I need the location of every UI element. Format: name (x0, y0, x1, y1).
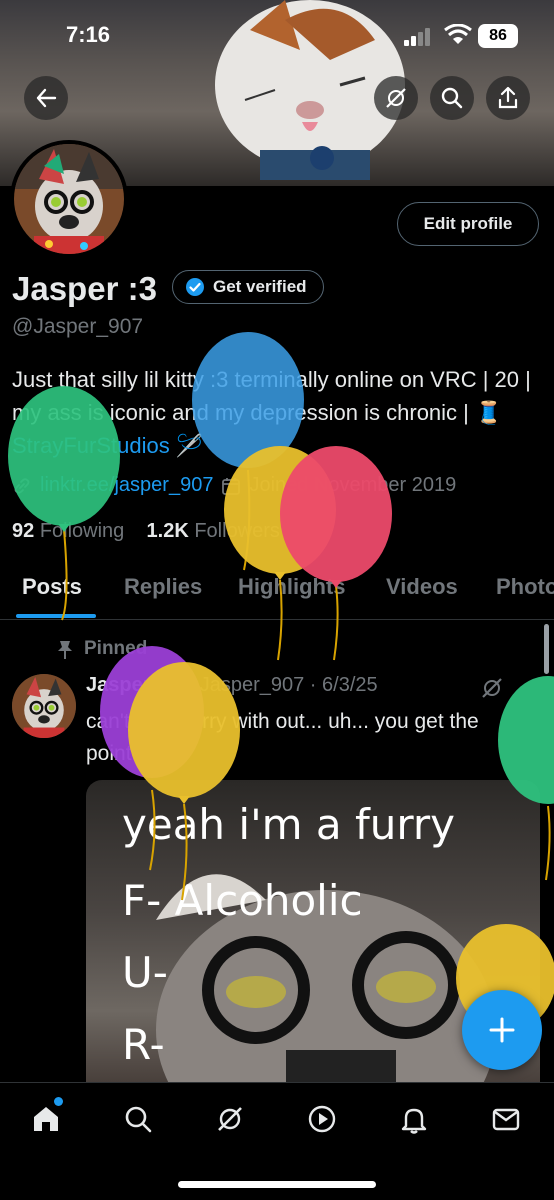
get-verified-button[interactable]: Get verified (172, 270, 324, 304)
share-button[interactable] (486, 76, 530, 120)
nav-notifications[interactable] (396, 1101, 432, 1137)
calendar-icon (222, 477, 241, 495)
status-time: 7:16 (66, 22, 111, 47)
followers-count: 1.2K (146, 520, 189, 542)
followers-link[interactable]: 1.2K Followers (147, 520, 280, 542)
bio-text: Just that silly lil kitty :3 terminally … (12, 367, 531, 425)
unread-dot (54, 1097, 63, 1106)
edit-profile-button[interactable]: Edit profile (397, 202, 539, 246)
plus-icon (489, 1017, 515, 1043)
tab-videos[interactable]: Videos (386, 574, 458, 600)
follow-stats: 92 Following 1.2K Followers (12, 520, 280, 543)
following-link[interactable]: 92 Following (12, 520, 124, 542)
bottom-navigation (0, 1082, 554, 1200)
verified-badge-icon (186, 278, 204, 296)
status-bar: 7:16 86 (0, 0, 554, 70)
grok-button[interactable] (374, 76, 418, 120)
nav-grok[interactable] (212, 1101, 248, 1137)
pin-icon (58, 641, 72, 659)
nav-messages[interactable] (488, 1101, 524, 1137)
post-author-name[interactable]: Jasper :3 (86, 674, 174, 696)
post-media[interactable]: yeah i'm a furry F- Alcoholic U- R- (86, 780, 540, 1110)
messages-icon (492, 1108, 520, 1131)
profile-meta: linktr.ee/jasper_907 Joined November 201… (12, 474, 456, 497)
tab-highlights[interactable]: Highlights (238, 574, 346, 600)
get-verified-label: Get verified (213, 277, 307, 296)
post-text: can't spell furry with out... uh... you … (86, 710, 479, 765)
post-avatar-image (12, 674, 76, 738)
post-author-avatar[interactable] (12, 674, 76, 738)
back-arrow-icon (36, 88, 57, 108)
nav-home[interactable] (28, 1101, 64, 1137)
nav-video[interactable] (304, 1101, 340, 1137)
profile-website-link[interactable]: linktr.ee/jasper_907 (40, 474, 213, 497)
joined-date: Joined November 2019 (249, 474, 457, 496)
media-caption-line: yeah i'm a furry (122, 800, 456, 849)
battery-indicator: 86 (478, 24, 518, 48)
video-icon (308, 1105, 336, 1133)
followers-label: Followers (194, 520, 280, 542)
active-tab-indicator (16, 614, 96, 618)
bio-mention-link[interactable]: StrayFurStudios (12, 433, 170, 458)
pinned-label: Pinned (56, 638, 147, 660)
home-icon (34, 1107, 58, 1131)
media-caption-line: R- (122, 1020, 165, 1069)
link-icon (14, 477, 30, 494)
home-indicator[interactable] (178, 1181, 376, 1188)
post-date: · 6/3/25 (309, 674, 378, 696)
profile-handle: @Jasper_907 (12, 315, 144, 338)
notifications-icon (401, 1108, 427, 1134)
avatar-image (14, 144, 124, 254)
profile-tabs: Posts Replies Highlights Videos Photos (0, 566, 554, 620)
bio-text-end: 🪡 (169, 433, 204, 458)
profile-avatar[interactable] (10, 140, 128, 258)
scrollbar[interactable] (544, 624, 549, 674)
share-icon (498, 86, 518, 109)
cellular-signal-icon (404, 28, 430, 46)
grok-icon (386, 88, 406, 108)
tab-replies[interactable]: Replies (124, 574, 202, 600)
profile-name: Jasper :3 (12, 270, 157, 307)
media-caption-line: F- Alcoholic (122, 876, 363, 925)
search-button[interactable] (430, 76, 474, 120)
back-button[interactable] (24, 76, 68, 120)
following-count: 92 (12, 520, 35, 542)
nav-search[interactable] (120, 1101, 156, 1137)
post-author-handle[interactable]: @Jasper_907 (179, 674, 304, 696)
grok-icon (218, 1107, 242, 1131)
tab-posts[interactable]: Posts (22, 574, 82, 600)
search-icon (125, 1106, 152, 1133)
compose-post-button[interactable] (462, 990, 542, 1070)
wifi-icon (444, 24, 472, 44)
following-label: Following (39, 520, 125, 542)
profile-bio: Just that silly lil kitty :3 terminally … (12, 363, 542, 462)
post-header: Jasper :3 @Jasper_907 · 6/3/25 (86, 674, 378, 697)
pinned-text: Pinned (84, 638, 148, 659)
search-icon (441, 87, 463, 109)
tab-photos[interactable]: Photos (496, 574, 554, 600)
media-caption-line: U- (122, 948, 168, 997)
post-grok-icon[interactable] (480, 676, 504, 700)
